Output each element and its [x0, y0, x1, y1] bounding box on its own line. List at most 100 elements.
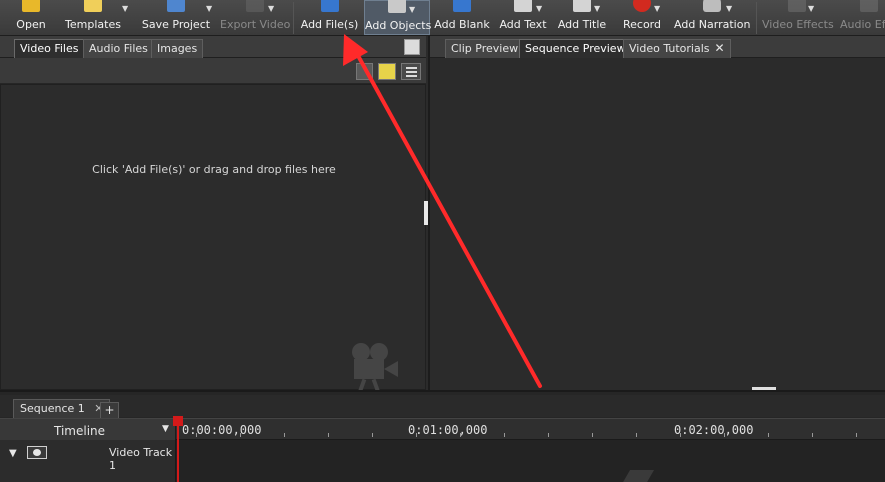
export-video-button[interactable]: ▼ Export Video — [220, 0, 290, 35]
media-toolbar — [0, 58, 426, 84]
audio-fx-icon — [860, 0, 878, 12]
track-name: Video Track 1 — [109, 446, 173, 472]
ruler-tick — [372, 433, 373, 437]
video-track-row: ▼ Video Track 1 — [0, 440, 885, 482]
add-folder-icon[interactable] — [378, 63, 396, 80]
audio-effects-button[interactable]: Audio Effects — [838, 0, 885, 35]
save-dropdown-icon: ▼ — [206, 4, 213, 13]
record-dropdown-icon: ▼ — [654, 4, 661, 13]
add-objects-button[interactable]: ▼ Add Objects — [364, 0, 432, 35]
media-drop-area[interactable]: Click 'Add File(s)' or drag and drop fil… — [0, 84, 426, 394]
close-tab-icon[interactable]: ✕ — [714, 41, 724, 55]
detach-panel-icon[interactable] — [404, 39, 420, 55]
preview-panel: Clip Preview Sequence Preview Video Tuto… — [428, 36, 885, 391]
add-text-icon — [514, 0, 532, 12]
tab-audio-files[interactable]: Audio Files — [83, 39, 154, 58]
open-label: Open — [16, 18, 46, 31]
video-effects-label: Video Effects — [762, 18, 834, 31]
add-sequence-button[interactable]: + — [100, 402, 119, 419]
microphone-icon — [703, 0, 721, 12]
audio-effects-label: Audio Effects — [840, 18, 885, 31]
ruler-tick — [328, 433, 329, 437]
toolbar-separator — [756, 2, 757, 34]
thumbnail-view-icon[interactable] — [356, 63, 373, 80]
add-text-dropdown-icon: ▼ — [536, 4, 543, 13]
record-label: Record — [622, 18, 661, 31]
ruler-tick — [416, 433, 417, 437]
main-toolbar: Open ▼ Templates ▼ Save Project ▼ Export… — [0, 0, 885, 36]
track-clip-fragment — [621, 470, 655, 482]
add-files-button[interactable]: Add File(s) — [298, 0, 361, 35]
tab-video-tutorials[interactable]: Video Tutorials ✕ — [623, 39, 731, 58]
add-narration-button[interactable]: ▼ Add Narration — [674, 0, 750, 35]
add-title-button[interactable]: ▼ Add Title — [556, 0, 608, 35]
collapse-track-icon[interactable]: ▼ — [9, 448, 17, 459]
add-objects-dropdown-icon: ▼ — [409, 5, 416, 14]
preview-tabbar: Clip Preview Sequence Preview Video Tuto… — [430, 36, 885, 58]
time-mark-label: 0:01:00,000 — [408, 423, 488, 437]
add-narration-label: Add Narration — [674, 18, 751, 31]
timeline-panel: Sequence 1 ✕ + Timeline ▼ 0:00:00,000 0:… — [0, 390, 885, 482]
ruler-tick — [284, 433, 285, 437]
ruler-tick — [504, 433, 505, 437]
open-button[interactable]: Open — [8, 0, 54, 35]
drop-hint-text: Click 'Add File(s)' or drag and drop fil… — [92, 163, 336, 176]
ruler-tick — [240, 433, 241, 437]
ruler-tick — [196, 433, 197, 437]
add-blank-button[interactable]: Add Blank — [434, 0, 490, 35]
tab-images[interactable]: Images — [151, 39, 204, 58]
ruler-tick — [548, 433, 549, 437]
add-blank-icon — [453, 0, 471, 12]
tab-video-files[interactable]: Video Files — [14, 39, 85, 58]
add-objects-label: Add Objects — [365, 19, 432, 32]
video-fx-icon — [788, 0, 806, 12]
save-project-button[interactable]: ▼ Save Project — [134, 0, 218, 35]
ruler-tick — [856, 433, 857, 437]
ruler-tick — [460, 433, 461, 437]
timeline-label: Timeline — [54, 424, 106, 438]
timeline-ruler[interactable]: Timeline ▼ 0:00:00,000 0:01:00,000 0:02:… — [0, 418, 885, 440]
tab-clip-preview[interactable]: Clip Preview — [445, 39, 525, 58]
tab-video-tutorials-label: Video Tutorials — [629, 42, 710, 55]
add-title-label: Add Title — [557, 18, 607, 31]
video-effects-dropdown-icon: ▼ — [808, 4, 815, 13]
ruler-tick — [636, 433, 637, 437]
timeline-header[interactable]: Timeline ▼ — [0, 419, 176, 440]
add-text-button[interactable]: ▼ Add Text — [496, 0, 550, 35]
export-film-icon — [246, 0, 264, 12]
media-panel: Video Files Audio Files Images Click 'Ad… — [0, 36, 426, 394]
add-title-dropdown-icon: ▼ — [594, 4, 601, 13]
save-project-label: Save Project — [141, 18, 211, 31]
list-view-icon[interactable] — [401, 63, 421, 80]
add-objects-icon — [388, 0, 406, 13]
add-files-label: Add File(s) — [300, 18, 359, 31]
playhead[interactable] — [177, 418, 179, 482]
record-icon — [633, 0, 651, 12]
record-button[interactable]: ▼ Record — [620, 0, 664, 35]
eye-icon[interactable] — [27, 446, 47, 459]
ruler-tick — [724, 433, 725, 437]
ruler-tick — [680, 433, 681, 437]
toolbar-separator — [293, 2, 294, 34]
templates-dropdown-icon: ▼ — [122, 4, 129, 13]
templates-button[interactable]: ▼ Templates — [60, 0, 129, 35]
time-mark-label: 0:02:00,000 — [674, 423, 754, 437]
narration-dropdown-icon: ▼ — [726, 4, 733, 13]
time-mark-label: 0:00:00,000 — [182, 423, 262, 437]
save-disk-icon — [167, 0, 185, 12]
timeline-dropdown-icon[interactable]: ▼ — [162, 424, 169, 434]
sequence-preview-area — [430, 58, 885, 391]
add-text-label: Add Text — [499, 18, 547, 31]
video-effects-button[interactable]: ▼ Video Effects — [762, 0, 834, 35]
tab-sequence-preview[interactable]: Sequence Preview — [519, 39, 632, 58]
add-files-icon — [320, 0, 339, 12]
export-dropdown-icon: ▼ — [268, 4, 275, 13]
ruler-tick — [592, 433, 593, 437]
tab-sequence-1[interactable]: Sequence 1 ✕ — [13, 399, 111, 419]
export-video-label: Export Video — [220, 18, 291, 31]
ruler-tick — [768, 433, 769, 437]
sequence-tab-label: Sequence 1 — [20, 402, 85, 415]
open-folder-icon — [22, 0, 40, 12]
media-tabbar: Video Files Audio Files Images — [0, 36, 426, 58]
add-title-icon — [573, 0, 591, 12]
